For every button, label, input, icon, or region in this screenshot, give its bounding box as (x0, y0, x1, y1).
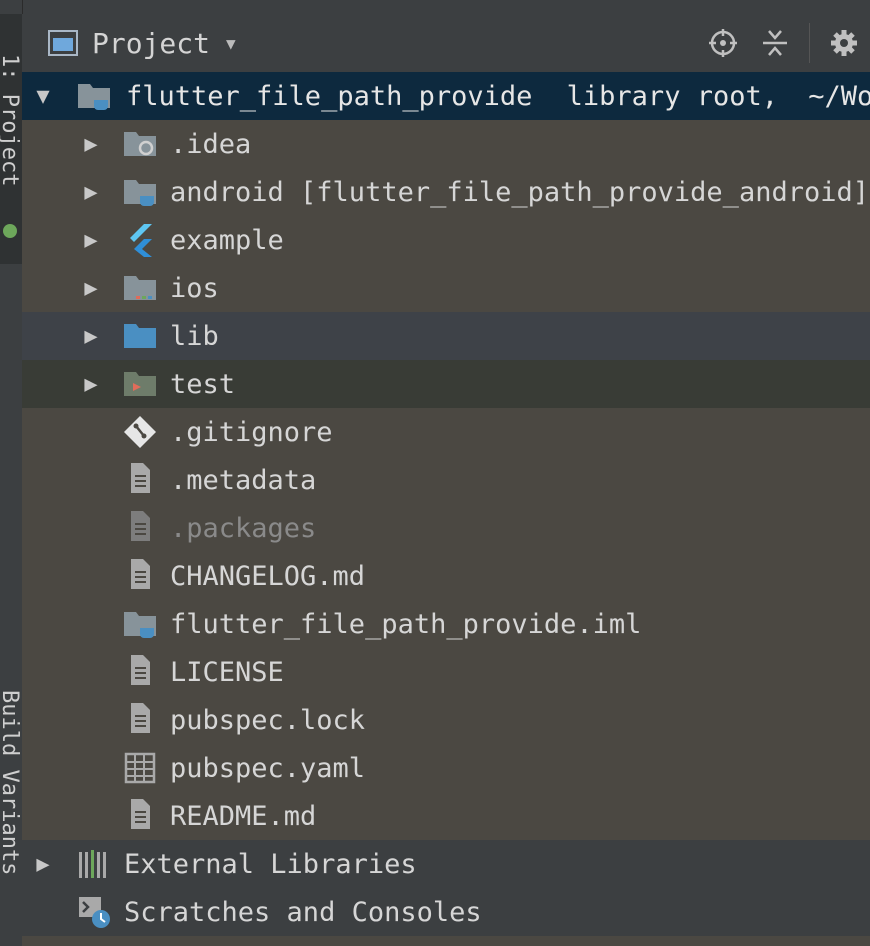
tree-item-label: Scratches and Consoles (124, 896, 482, 928)
tree-item-label: ios (170, 272, 219, 304)
tree-item-label: android [flutter_file_path_provide_andro… (170, 176, 869, 208)
project-tool-tab[interactable]: 1: Project (0, 14, 22, 264)
tree-item-scratches[interactable]: Scratches and Consoles (22, 888, 870, 936)
tree-item-example[interactable]: ▶ example (22, 216, 870, 264)
flutter-icon (130, 224, 152, 257)
tree-item-pubspec-lock[interactable]: pubspec.lock (22, 696, 870, 744)
expand-arrow-icon[interactable]: ▼ (30, 84, 56, 109)
expand-arrow-icon[interactable]: ▶ (30, 852, 56, 877)
crosshair-icon (709, 29, 737, 57)
tree-item-label: example (170, 224, 284, 256)
tree-item-label: pubspec.yaml (170, 752, 366, 784)
module-folder-icon (124, 180, 156, 206)
gear-icon (831, 30, 857, 56)
header-separator (809, 23, 810, 63)
test-folder-icon (124, 372, 156, 396)
locate-file-button[interactable] (697, 14, 749, 72)
tree-item-label: .packages (170, 512, 317, 544)
yaml-icon (124, 752, 156, 784)
expand-arrow-icon[interactable]: ▶ (78, 132, 104, 157)
project-panel-header: Project ▼ (22, 14, 870, 72)
tree-item-label: lib (170, 320, 219, 352)
panel-title[interactable]: Project (92, 27, 210, 60)
expand-arrow-icon[interactable]: ▶ (78, 180, 104, 205)
tree-item-license[interactable]: LICENSE (22, 648, 870, 696)
root-label: flutter_file_path_provide library root, … (126, 80, 870, 112)
tree-item-label: README.md (170, 800, 317, 832)
tree-root-row[interactable]: ▼ flutter_file_path_provide library root… (22, 72, 870, 120)
tree-item-metadata[interactable]: .metadata (22, 456, 870, 504)
expand-arrow-icon[interactable]: ▶ (78, 228, 104, 253)
tree-item-changelog[interactable]: CHANGELOG.md (22, 552, 870, 600)
tree-item-pubspec-yaml[interactable]: pubspec.yaml (22, 744, 870, 792)
tool-window-strip: 1: Project Build Variants (0, 0, 23, 946)
module-file-icon (124, 612, 156, 638)
tree-item-label: flutter_file_path_provide.iml (170, 608, 642, 640)
scratches-icon (79, 897, 110, 928)
git-icon (124, 416, 156, 448)
expand-arrow-icon[interactable]: ▶ (78, 372, 104, 397)
tree-item-label: test (170, 368, 236, 400)
tree-item-label: CHANGELOG.md (170, 560, 366, 592)
tree-item-idea[interactable]: ▶ .idea (22, 120, 870, 168)
tree-item-iml[interactable]: flutter_file_path_provide.iml (22, 600, 870, 648)
build-variants-label: Build Variants (0, 690, 22, 876)
collapse-icon (763, 30, 787, 56)
file-icon (131, 799, 150, 829)
project-tree[interactable]: ▼ flutter_file_path_provide library root… (22, 72, 870, 946)
collapse-all-button[interactable] (749, 14, 801, 72)
file-icon (131, 655, 150, 685)
tree-item-packages[interactable]: .packages (22, 504, 870, 552)
ios-folder-icon (124, 276, 156, 300)
file-icon (131, 559, 150, 589)
tree-item-readme[interactable]: README.md (22, 792, 870, 840)
expand-arrow-icon[interactable]: ▶ (78, 276, 104, 301)
tree-item-external-libraries[interactable]: ▶ External Libraries (22, 840, 870, 888)
tree-item-test[interactable]: ▶ test (22, 360, 870, 408)
tree-item-label: LICENSE (170, 656, 284, 688)
project-tab-label: 1: Project (0, 54, 22, 187)
source-folder-icon (124, 324, 156, 348)
file-icon (131, 511, 150, 541)
tree-item-lib[interactable]: ▶ lib (22, 312, 870, 360)
project-view-icon (48, 30, 78, 56)
tree-item-gitignore[interactable]: .gitignore (22, 408, 870, 456)
chevron-down-icon[interactable]: ▼ (226, 34, 236, 53)
libraries-icon (79, 850, 106, 878)
tree-item-android[interactable]: ▶ android [flutter_file_path_provide_and… (22, 168, 870, 216)
tree-item-label: .gitignore (170, 416, 333, 448)
tree-item-label: pubspec.lock (170, 704, 366, 736)
expand-arrow-icon[interactable]: ▶ (78, 324, 104, 349)
settings-folder-icon (124, 132, 156, 156)
file-icon (131, 463, 150, 493)
settings-button[interactable] (818, 14, 870, 72)
tree-item-label: .metadata (170, 464, 317, 496)
android-icon (3, 224, 17, 238)
module-folder-icon (78, 84, 110, 110)
tree-item-ios[interactable]: ▶ ios (22, 264, 870, 312)
file-icon (131, 703, 150, 733)
tree-item-label: .idea (170, 128, 252, 160)
tree-item-label: External Libraries (124, 848, 417, 880)
